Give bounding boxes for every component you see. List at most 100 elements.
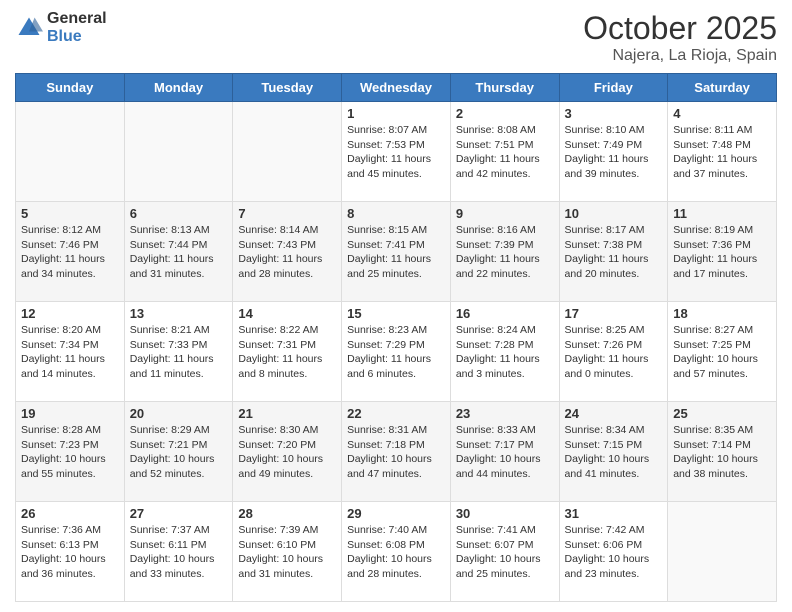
day-number: 8 — [347, 206, 445, 221]
sunrise-text: Sunrise: 8:28 AM — [21, 424, 101, 436]
day-info: Sunrise: 7:42 AMSunset: 6:06 PMDaylight:… — [565, 523, 663, 582]
calendar-header-row: SundayMondayTuesdayWednesdayThursdayFrid… — [16, 74, 777, 102]
calendar-cell: 27 Sunrise: 7:37 AMSunset: 6:11 PMDayligh… — [124, 502, 233, 602]
day-info: Sunrise: 8:21 AMSunset: 7:33 PMDaylight:… — [130, 323, 228, 382]
logo-icon — [15, 14, 43, 42]
calendar-cell: 25Sunrise: 8:35 AMSunset: 7:14 PMDayligh… — [668, 402, 777, 502]
day-number: 17 — [565, 306, 663, 321]
sunrise-text: Sunrise: 7:39 AM — [238, 524, 318, 536]
sunrise-text: Sunrise: 7:42 AM — [565, 524, 645, 536]
daylight-text: Daylight: 11 hours and 14 minutes. — [21, 353, 105, 380]
daylight-text: Daylight: 11 hours and 25 minutes. — [347, 253, 431, 280]
sunrise-text: Sunrise: 8:29 AM — [130, 424, 210, 436]
sunrise-text: Sunrise: 7:36 AM — [21, 524, 101, 536]
day-info: Sunrise: 8:11 AMSunset: 7:48 PMDaylight:… — [673, 123, 771, 182]
calendar-cell: 13Sunrise: 8:21 AMSunset: 7:33 PMDayligh… — [124, 302, 233, 402]
daylight-text: Daylight: 10 hours and 55 minutes. — [21, 453, 106, 480]
sunrise-text: Sunrise: 8:13 AM — [130, 224, 210, 236]
daylight-text: Daylight: 10 hours and 44 minutes. — [456, 453, 541, 480]
calendar-cell: 30Sunrise: 7:41 AMSunset: 6:07 PMDayligh… — [450, 502, 559, 602]
sunset-text: Sunset: 6:13 PM — [21, 539, 99, 551]
sunset-text: Sunset: 7:33 PM — [130, 339, 208, 351]
day-number: 3 — [565, 106, 663, 121]
daylight-text: Daylight: 10 hours and 23 minutes. — [565, 553, 650, 580]
daylight-text: Daylight: 11 hours and 42 minutes. — [456, 153, 540, 180]
daylight-text: Daylight: 11 hours and 20 minutes. — [565, 253, 649, 280]
day-number: 25 — [673, 406, 771, 421]
sunrise-text: Sunrise: 8:21 AM — [130, 324, 210, 336]
day-info: Sunrise: 8:20 AMSunset: 7:34 PMDaylight:… — [21, 323, 119, 382]
sunrise-text: Sunrise: 8:25 AM — [565, 324, 645, 336]
logo-text: General Blue — [47, 10, 107, 45]
sunrise-text: Sunrise: 8:35 AM — [673, 424, 753, 436]
sunrise-text: Sunrise: 8:07 AM — [347, 124, 427, 136]
daylight-text: Daylight: 10 hours and 49 minutes. — [238, 453, 323, 480]
sunrise-text: Sunrise: 8:12 AM — [21, 224, 101, 236]
sunrise-text: Sunrise: 8:20 AM — [21, 324, 101, 336]
daylight-text: Daylight: 11 hours and 34 minutes. — [21, 253, 105, 280]
sunset-text: Sunset: 7:18 PM — [347, 439, 425, 451]
daylight-text: Daylight: 10 hours and 41 minutes. — [565, 453, 650, 480]
day-number: 26 — [21, 506, 119, 521]
daylight-text: Daylight: 10 hours and 52 minutes. — [130, 453, 215, 480]
day-info: Sunrise: 8:08 AM Sunset: 7:51 PM Daylight:… — [456, 123, 554, 182]
sunrise-text: Sunrise: 8:15 AM — [347, 224, 427, 236]
calendar-cell: 17 Sunrise: 8:25 AM Sunset: 7:26 PM Dayligh… — [559, 302, 668, 402]
calendar-cell — [668, 502, 777, 602]
sunset-text: Sunset: 7:20 PM — [238, 439, 316, 451]
sunrise-text: Sunrise: 8:16 AM — [456, 224, 536, 236]
daylight-text: Daylight: 11 hours and 31 minutes. — [130, 253, 214, 280]
page: General Blue October 2025 Najera, La Rio… — [0, 0, 792, 612]
daylight-text: Daylight: 10 hours and 31 minutes. — [238, 553, 323, 580]
day-number: 29 — [347, 506, 445, 521]
day-info: Sunrise: 8:27 AMSunset: 7:25 PMDaylight:… — [673, 323, 771, 382]
day-number: 16 — [456, 306, 554, 321]
day-info: Sunrise: 8:13 AM Sunset: 7:44 PM Daylight:… — [130, 223, 228, 282]
sunset-text: Sunset: 7:25 PM — [673, 339, 751, 351]
day-number: 7 — [238, 206, 336, 221]
subtitle: Najera, La Rioja, Spain — [583, 47, 777, 65]
calendar-cell: 19Sunrise: 8:28 AMSunset: 7:23 PMDayligh… — [16, 402, 125, 502]
sunset-text: Sunset: 7:26 PM — [565, 339, 643, 351]
day-info: Sunrise: 7:37 AMSunset: 6:11 PMDaylight:… — [130, 523, 228, 582]
sunset-text: Sunset: 7:36 PM — [673, 239, 751, 251]
sunset-text: Sunset: 6:07 PM — [456, 539, 534, 551]
calendar-week-row: 26 Sunrise: 7:36 AM Sunset: 6:13 PM Dayligh… — [16, 502, 777, 602]
day-number: 14 — [238, 306, 336, 321]
day-info: Sunrise: 8:23 AMSunset: 7:29 PMDaylight:… — [347, 323, 445, 382]
daylight-text: Daylight: 10 hours and 47 minutes. — [347, 453, 432, 480]
sunset-text: Sunset: 6:11 PM — [130, 539, 207, 551]
sunset-text: Sunset: 7:28 PM — [456, 339, 534, 351]
sunset-text: Sunset: 6:08 PM — [347, 539, 425, 551]
calendar-weekday-monday: Monday — [124, 74, 233, 102]
daylight-text: Daylight: 11 hours and 0 minutes. — [565, 353, 649, 380]
day-number: 10 — [565, 206, 663, 221]
calendar-weekday-friday: Friday — [559, 74, 668, 102]
sunrise-text: Sunrise: 7:41 AM — [456, 524, 536, 536]
sunset-text: Sunset: 7:44 PM — [130, 239, 208, 251]
day-info: Sunrise: 8:16 AMSunset: 7:39 PMDaylight:… — [456, 223, 554, 282]
calendar-cell: 31Sunrise: 7:42 AMSunset: 6:06 PMDayligh… — [559, 502, 668, 602]
sunset-text: Sunset: 7:38 PM — [565, 239, 643, 251]
calendar-week-row: 12Sunrise: 8:20 AMSunset: 7:34 PMDayligh… — [16, 302, 777, 402]
calendar-cell: 26Sunrise: 7:36 AMSunset: 6:13 PMDayligh… — [16, 502, 125, 602]
day-number: 27 — [130, 506, 228, 521]
day-info: Sunrise: 8:15 AM Sunset: 7:41 PM Daylight:… — [347, 223, 445, 282]
calendar-cell — [233, 102, 342, 202]
day-number: 13 — [130, 306, 228, 321]
daylight-text: Daylight: 10 hours and 25 minutes. — [456, 553, 541, 580]
sunrise-text: Sunrise: 8:27 AM — [673, 324, 753, 336]
day-number: 6 — [130, 206, 228, 221]
day-info: Sunrise: 7:40 AMSunset: 6:08 PMDaylight:… — [347, 523, 445, 582]
calendar-weekday-wednesday: Wednesday — [342, 74, 451, 102]
sunset-text: Sunset: 7:41 PM — [347, 239, 425, 251]
sunrise-text: Sunrise: 8:08 AM — [456, 124, 536, 136]
calendar-cell: 10Sunrise: 8:17 AMSunset: 7:38 PMDayligh… — [559, 202, 668, 302]
calendar-cell: 2Sunrise: 8:08 AMSunset: 7:51 PMDaylight… — [450, 102, 559, 202]
calendar-cell: 18Sunrise: 8:27 AMSunset: 7:25 PMDayligh… — [668, 302, 777, 402]
sunrise-text: Sunrise: 8:30 AM — [238, 424, 318, 436]
sunset-text: Sunset: 7:43 PM — [238, 239, 316, 251]
sunset-text: Sunset: 7:51 PM — [456, 139, 534, 151]
sunrise-text: Sunrise: 8:14 AM — [238, 224, 318, 236]
calendar-cell: 11Sunrise: 8:19 AMSunset: 7:36 PMDayligh… — [668, 202, 777, 302]
